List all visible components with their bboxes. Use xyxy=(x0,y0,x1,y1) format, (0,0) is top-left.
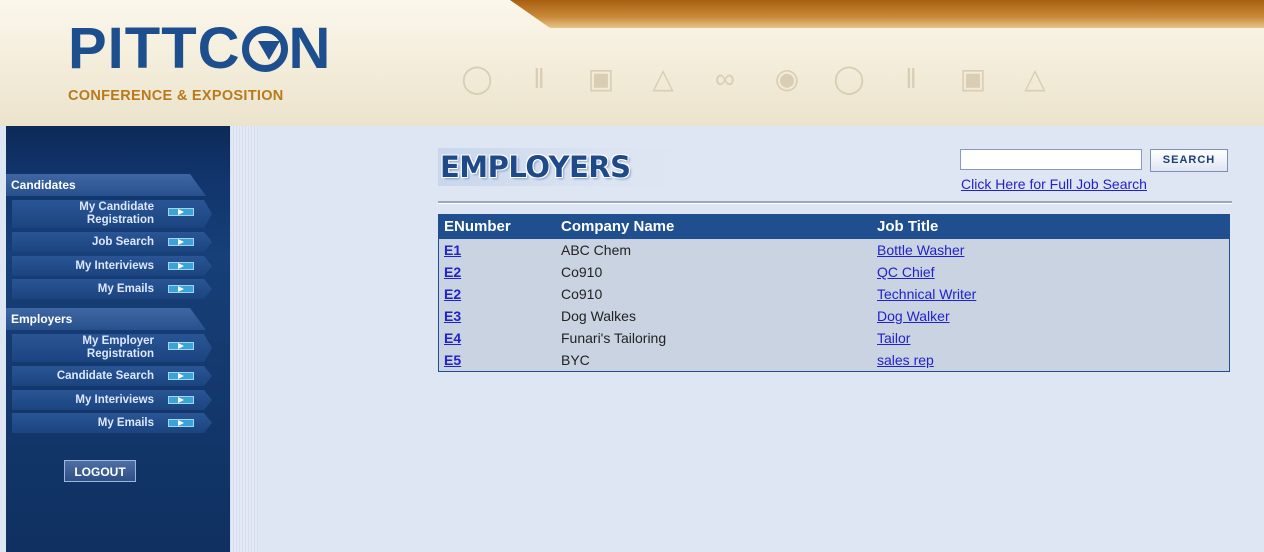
sidebar-heading-candidates: Candidates xyxy=(6,174,206,196)
enumber-link[interactable]: E4 xyxy=(439,327,561,349)
company-name: BYC xyxy=(561,352,590,368)
nav-label: My Employer xyxy=(82,335,154,347)
arrow-right-icon xyxy=(168,419,194,427)
table-row: E2 Co910 QC Chief xyxy=(439,261,1229,283)
employers-table: ENumber Company Name Job Title E1 ABC Ch… xyxy=(438,214,1230,372)
table-row: E5 BYC sales rep xyxy=(439,349,1229,371)
sidebar-item-my-employer-registration[interactable]: My Employer Registration xyxy=(12,334,212,362)
nav-label: My Emails xyxy=(97,417,154,429)
column-header-enumber: ENumber xyxy=(444,218,511,235)
lightbulb-icon: ◯ xyxy=(461,63,493,94)
beaker-icon: ▣ xyxy=(587,63,615,94)
page-title: EMPLOYERS xyxy=(438,148,722,186)
logout-button[interactable]: LOGOUT xyxy=(64,460,136,482)
nav-label: My Interiviews xyxy=(75,394,154,406)
arrow-right-icon xyxy=(168,238,194,246)
arrow-right-icon xyxy=(168,262,194,270)
flask-icon: △ xyxy=(1024,63,1046,94)
sidebar-item-my-emails-employer[interactable]: My Emails xyxy=(12,413,212,433)
header-accent-bar xyxy=(510,0,1264,28)
divider xyxy=(438,201,1232,204)
molecule-icon: ∞ xyxy=(715,63,735,94)
full-job-search-link[interactable]: Click Here for Full Job Search xyxy=(961,176,1147,192)
table-header: ENumber Company Name Job Title xyxy=(439,215,1229,239)
flask-icon: △ xyxy=(652,63,674,94)
pittcon-logo[interactable]: PITTC N CONFERENCE & EXPOSITION xyxy=(68,18,348,114)
column-header-company-name: Company Name xyxy=(561,218,675,235)
sidebar-item-my-interviews-candidate[interactable]: My Interiviews xyxy=(12,256,212,276)
nav-label: My Candidate xyxy=(79,201,154,213)
table-row: E4 Funari's Tailoring Tailor xyxy=(439,327,1229,349)
sidebar-item-my-interviews-employer[interactable]: My Interiviews xyxy=(12,390,212,410)
globe-icon: ◉ xyxy=(774,63,800,94)
header-science-icons: ◯ ‖ ▣ △ ∞ ◉ ◯ ‖ ▣ △ xyxy=(446,62,1066,96)
logo-text-left: PITTC xyxy=(68,16,241,81)
nav-label: Candidate Search xyxy=(56,370,154,382)
nav-label: Job Search xyxy=(92,236,154,248)
sidebar-item-candidate-search[interactable]: Candidate Search xyxy=(12,366,212,386)
nav-label: My Emails xyxy=(97,283,154,295)
search-input[interactable] xyxy=(960,149,1142,170)
company-name: Funari's Tailoring xyxy=(561,330,667,346)
thermometer-icon: ‖ xyxy=(533,63,545,94)
arrow-right-icon xyxy=(168,342,194,350)
table-row: E3 Dog Walkes Dog Walker xyxy=(439,305,1229,327)
nav-label-line2: Registration xyxy=(86,214,154,226)
sidebar: Candidates My Candidate Registration Job… xyxy=(6,126,230,552)
site-header: PITTC N CONFERENCE & EXPOSITION ◯ ‖ ▣ △ ∞… xyxy=(0,0,1264,126)
arrow-right-icon xyxy=(168,372,194,380)
lightbulb-icon: ◯ xyxy=(833,63,865,94)
enumber-link[interactable]: E2 xyxy=(439,261,561,283)
column-header-job-title: Job Title xyxy=(877,218,939,235)
company-name: Co910 xyxy=(561,286,603,302)
arrow-right-icon xyxy=(168,285,194,293)
sidebar-item-my-candidate-registration[interactable]: My Candidate Registration xyxy=(12,200,212,228)
thermometer-icon: ‖ xyxy=(905,63,917,94)
logo-wordmark: PITTC N xyxy=(68,18,348,80)
job-title-link[interactable]: Dog Walker xyxy=(877,308,950,324)
logo-emblem-icon xyxy=(241,26,288,72)
beaker-icon: ▣ xyxy=(959,63,987,94)
company-name: ABC Chem xyxy=(561,242,632,258)
nav-label: My Interiviews xyxy=(75,260,154,272)
company-name: Dog Walkes xyxy=(561,308,636,324)
job-title-link[interactable]: Bottle Washer xyxy=(877,242,964,258)
table-row: E2 Co910 Technical Writer xyxy=(439,283,1229,305)
sidebar-item-my-emails-candidate[interactable]: My Emails xyxy=(12,279,212,299)
sidebar-item-job-search[interactable]: Job Search xyxy=(12,232,212,252)
logo-tagline: CONFERENCE & EXPOSITION xyxy=(68,88,284,104)
sidebar-heading-employers: Employers xyxy=(6,308,206,330)
enumber-link[interactable]: E2 xyxy=(439,283,561,305)
logo-text-right: N xyxy=(288,16,332,81)
arrow-right-icon xyxy=(168,396,194,404)
table-row: E1 ABC Chem Bottle Washer xyxy=(439,239,1229,261)
job-title-link[interactable]: Tailor xyxy=(877,330,910,346)
enumber-link[interactable]: E1 xyxy=(439,239,561,261)
enumber-link[interactable]: E3 xyxy=(439,305,561,327)
company-name: Co910 xyxy=(561,264,603,280)
nav-label-line2: Registration xyxy=(86,348,154,360)
search-button[interactable]: SEARCH xyxy=(1150,149,1228,172)
arrow-right-icon xyxy=(168,208,194,216)
job-title-link[interactable]: Technical Writer xyxy=(877,286,976,302)
job-title-link[interactable]: QC Chief xyxy=(877,264,935,280)
decorative-stripe xyxy=(230,126,258,552)
enumber-link[interactable]: E5 xyxy=(439,349,561,371)
job-title-link[interactable]: sales rep xyxy=(877,352,934,368)
